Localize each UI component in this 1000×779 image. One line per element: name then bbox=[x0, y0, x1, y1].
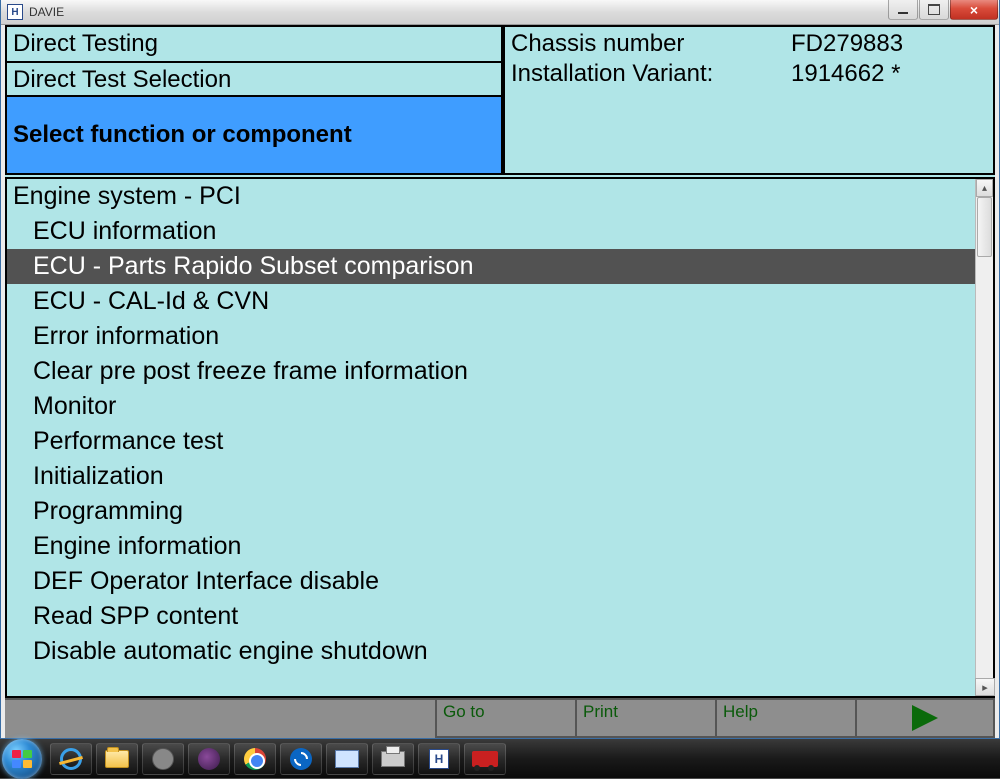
taskbar-ie[interactable] bbox=[50, 743, 92, 775]
client-area: Direct Testing Direct Test Selection Sel… bbox=[5, 25, 995, 698]
tree-root[interactable]: Engine system - PCI bbox=[7, 179, 975, 214]
davie-icon: H bbox=[429, 749, 449, 769]
function-list: Engine system - PCIECU informationECU - … bbox=[5, 177, 995, 698]
breadcrumb-1: Direct Testing bbox=[5, 25, 503, 61]
tree-item[interactable]: ECU - CAL-Id & CVN bbox=[7, 284, 975, 319]
eclipse-icon bbox=[198, 748, 220, 770]
help-button[interactable]: Help bbox=[715, 698, 855, 738]
close-button[interactable]: × bbox=[950, 0, 998, 20]
tree-item[interactable]: Initialization bbox=[7, 459, 975, 494]
printer-icon bbox=[381, 751, 405, 767]
variant-value: 1914662 * bbox=[791, 59, 987, 89]
taskbar-davie[interactable]: H bbox=[418, 743, 460, 775]
hscroll-right-arrow[interactable]: ▸ bbox=[975, 678, 995, 696]
tree-item[interactable]: Error information bbox=[7, 319, 975, 354]
taskbar-chrome[interactable] bbox=[234, 743, 276, 775]
tree-item[interactable]: Clear pre post freeze frame information bbox=[7, 354, 975, 389]
gear-icon bbox=[152, 748, 174, 770]
teamviewer-icon bbox=[290, 748, 312, 770]
prompt-cell: Select function or component bbox=[5, 97, 503, 175]
taskbar-app1[interactable] bbox=[326, 743, 368, 775]
truck-icon bbox=[472, 751, 498, 767]
taskbar-settings[interactable] bbox=[142, 743, 184, 775]
tree-item[interactable]: Programming bbox=[7, 494, 975, 529]
variant-label: Installation Variant: bbox=[511, 59, 791, 89]
tree-item[interactable]: Read SPP content bbox=[7, 599, 975, 634]
tree-item[interactable]: Performance test bbox=[7, 424, 975, 459]
app1-icon bbox=[335, 750, 359, 768]
taskbar-explorer[interactable] bbox=[96, 743, 138, 775]
ie-icon bbox=[60, 748, 82, 770]
taskbar-eclipse[interactable] bbox=[188, 743, 230, 775]
print-button[interactable]: Print bbox=[575, 698, 715, 738]
play-button[interactable] bbox=[855, 698, 995, 738]
scroll-up-arrow[interactable]: ▴ bbox=[976, 179, 993, 197]
start-button[interactable] bbox=[2, 739, 42, 779]
chassis-label: Chassis number bbox=[511, 29, 791, 59]
chrome-icon bbox=[244, 748, 266, 770]
tree-item[interactable]: ECU information bbox=[7, 214, 975, 249]
header-row: Direct Testing Direct Test Selection Sel… bbox=[5, 25, 995, 175]
windows-logo-icon bbox=[12, 750, 32, 768]
footer-spacer bbox=[5, 698, 435, 738]
taskbar-printer[interactable] bbox=[372, 743, 414, 775]
chassis-value: FD279883 bbox=[791, 29, 987, 59]
list-viewport: Engine system - PCIECU informationECU - … bbox=[7, 179, 975, 696]
tree-item[interactable]: ECU - Parts Rapido Subset comparison bbox=[7, 249, 975, 284]
taskbar-teamviewer[interactable] bbox=[280, 743, 322, 775]
play-icon bbox=[912, 705, 938, 731]
prompt-text: Select function or component bbox=[13, 120, 352, 150]
app-window: H DAVIE × Direct Testing Direct Test Sel… bbox=[0, 0, 1000, 739]
folder-icon bbox=[105, 750, 129, 768]
taskbar[interactable]: H bbox=[0, 739, 1000, 778]
vertical-scrollbar[interactable]: ▴ ▾ bbox=[975, 179, 993, 696]
tree-item[interactable]: Engine information bbox=[7, 529, 975, 564]
window-title: DAVIE bbox=[29, 5, 64, 19]
info-panel: Chassis number FD279883 Installation Var… bbox=[503, 25, 995, 175]
breadcrumb-col: Direct Testing Direct Test Selection Sel… bbox=[5, 25, 503, 175]
tree-item[interactable]: Monitor bbox=[7, 389, 975, 424]
breadcrumb-2: Direct Test Selection bbox=[5, 61, 503, 97]
minimize-button[interactable] bbox=[888, 0, 918, 20]
tree-item[interactable]: DEF Operator Interface disable bbox=[7, 564, 975, 599]
maximize-button[interactable] bbox=[919, 0, 949, 20]
scroll-thumb[interactable] bbox=[977, 197, 992, 257]
taskbar-truck[interactable] bbox=[464, 743, 506, 775]
footer-bar: Go to Print Help bbox=[5, 698, 995, 738]
goto-button[interactable]: Go to bbox=[435, 698, 575, 738]
tree-item[interactable]: Disable automatic engine shutdown bbox=[7, 634, 975, 669]
window-controls: × bbox=[888, 0, 999, 20]
app-icon: H bbox=[7, 4, 23, 20]
titlebar[interactable]: H DAVIE × bbox=[1, 0, 999, 25]
